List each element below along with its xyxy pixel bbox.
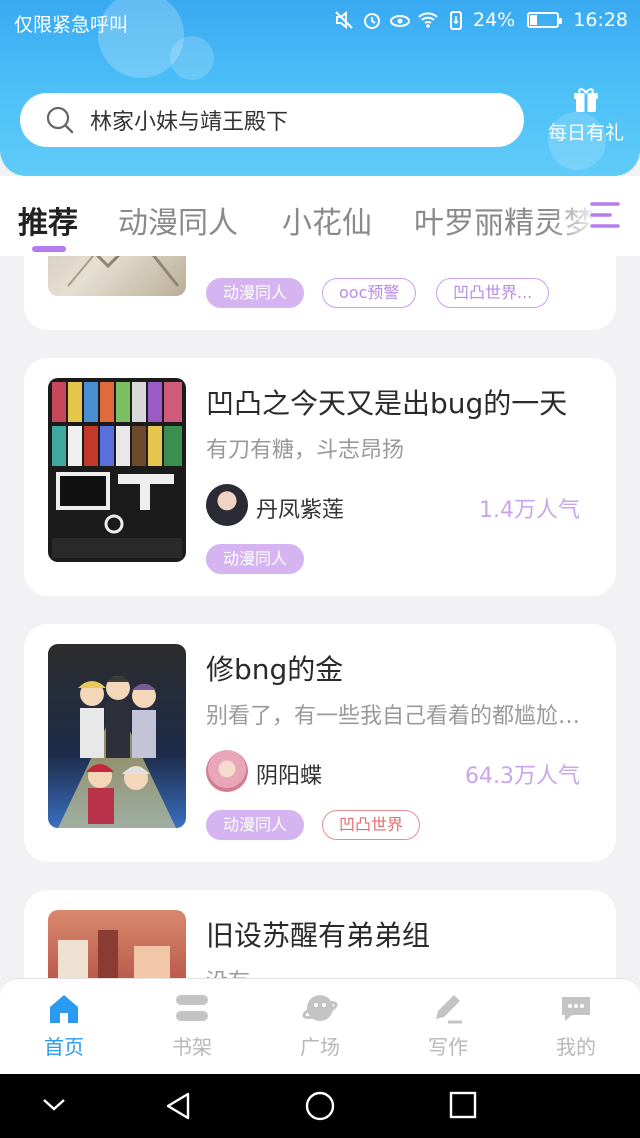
- chat-bubble-icon: [562, 997, 590, 1021]
- tab-xiaohuaxian[interactable]: 小花仙: [282, 198, 372, 242]
- nav-write[interactable]: 写作: [398, 991, 498, 1060]
- search-icon: [46, 106, 74, 134]
- daily-gift-button[interactable]: 每日有礼: [540, 86, 632, 152]
- pen-icon: [436, 995, 462, 1024]
- header: 仅限紧急呼叫 24% 16:28 林家小妹与靖王殿下 每日有礼: [0, 0, 640, 176]
- bottom-nav: 首页 书架 广场 写作 我的: [0, 978, 640, 1074]
- battery-icon: [527, 12, 563, 28]
- book-cover: [48, 644, 186, 828]
- book-tag[interactable]: 动漫同人: [206, 810, 305, 840]
- status-bar: 仅限紧急呼叫 24% 16:28: [0, 0, 640, 44]
- popularity-count: 64.3万人气: [465, 764, 580, 789]
- system-nav-bar: [0, 1074, 640, 1138]
- battery-saver-icon: [450, 11, 462, 30]
- nav-bookshelf[interactable]: 书架: [142, 991, 242, 1060]
- book-title[interactable]: 凹凸之今天又是出bug的一天: [206, 382, 567, 422]
- search-bar[interactable]: 林家小妹与靖王殿下: [20, 93, 524, 147]
- book-description: 有刀有糖，斗志昂扬: [206, 438, 405, 463]
- tab-anime-fanfic[interactable]: 动漫同人: [118, 198, 238, 242]
- eye-icon: [390, 15, 410, 27]
- home-circle-icon[interactable]: [304, 1090, 336, 1122]
- book-cover: [48, 910, 186, 978]
- book-description: 别看了，有一些我自己看着的都尴尬了的东西: [206, 704, 586, 729]
- tabs-menu-icon[interactable]: [588, 199, 622, 231]
- book-description: 没有: [206, 964, 586, 978]
- wifi-icon: [418, 12, 438, 28]
- carrier-text: 仅限紧急呼叫: [14, 14, 129, 36]
- book-tag[interactable]: 动漫同人: [206, 544, 305, 574]
- nav-plaza[interactable]: 广场: [270, 991, 370, 1060]
- author-name[interactable]: 丹凤紫莲: [256, 492, 344, 524]
- book-feed[interactable]: 动漫同人 ooc预警 凹凸世界... 凹凸之今天又是出bug的一天 有刀有糖，斗…: [0, 256, 640, 978]
- book-cover: [48, 256, 186, 296]
- book-title[interactable]: 旧设苏醒有弟弟组: [206, 914, 430, 954]
- home-icon: [50, 995, 78, 1023]
- book-card[interactable]: 修bng的金 别看了，有一些我自己看着的都尴尬了的东西 阴阳蝶 64.3万人气 …: [24, 624, 616, 862]
- author-name[interactable]: 阴阳蝶: [256, 758, 322, 790]
- nav-home[interactable]: 首页: [14, 991, 114, 1060]
- book-tag[interactable]: 凹凸世界...: [436, 278, 550, 308]
- search-placeholder: 林家小妹与靖王殿下: [90, 110, 289, 135]
- active-tab-indicator: [32, 246, 66, 252]
- popularity-count: 1.4万人气: [479, 498, 580, 523]
- category-tabs: 推荐 动漫同人 小花仙 叶罗丽精灵梦: [0, 176, 640, 256]
- book-tag[interactable]: ooc预警: [322, 278, 417, 308]
- bookshelf-icon: [176, 995, 208, 1021]
- tab-recommend[interactable]: 推荐: [18, 198, 78, 242]
- nav-me[interactable]: 我的: [526, 991, 626, 1060]
- status-icons: 24% 16:28: [333, 9, 628, 31]
- back-icon[interactable]: [162, 1090, 194, 1122]
- alarm-icon: [364, 13, 380, 29]
- book-card[interactable]: 凹凸之今天又是出bug的一天 有刀有糖，斗志昂扬 丹凤紫莲 1.4万人气 动漫同…: [24, 358, 616, 596]
- book-tag[interactable]: 凹凸世界: [322, 810, 421, 840]
- book-title[interactable]: 修bng的金: [206, 648, 343, 688]
- planet-icon: [302, 995, 338, 1021]
- book-cover: [48, 378, 186, 562]
- chevron-down-icon[interactable]: [40, 1090, 68, 1118]
- battery-percent: 24%: [473, 9, 516, 31]
- author-avatar[interactable]: [206, 750, 248, 792]
- recents-icon[interactable]: [448, 1090, 478, 1120]
- book-tag[interactable]: 动漫同人: [206, 278, 305, 308]
- gift-icon: [574, 88, 598, 112]
- clock: 16:28: [573, 9, 628, 31]
- book-card[interactable]: 旧设苏醒有弟弟组 没有: [24, 890, 616, 978]
- mute-icon: [335, 10, 353, 30]
- author-avatar[interactable]: [206, 484, 248, 526]
- book-card[interactable]: 动漫同人 ooc预警 凹凸世界...: [24, 256, 616, 330]
- gift-label: 每日有礼: [547, 122, 624, 144]
